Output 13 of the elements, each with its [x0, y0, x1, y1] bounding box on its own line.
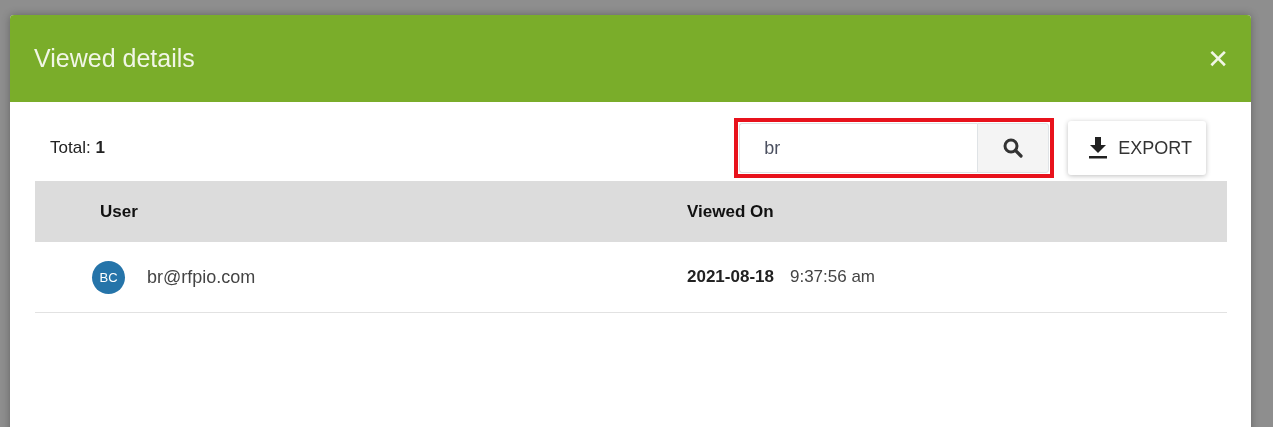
search-icon [1003, 138, 1024, 158]
export-button[interactable]: EXPORT [1068, 121, 1206, 175]
viewed-date: 2021-08-18 [687, 267, 774, 287]
download-icon [1088, 137, 1109, 159]
viewed-time: 9:37:56 am [789, 267, 876, 287]
search-field[interactable]: br [739, 123, 978, 173]
column-header: User [99, 201, 139, 222]
dialog-title: Viewed details [34, 44, 195, 73]
user-email: br@rfpio.com [147, 266, 256, 288]
total-count: Total: 1 [50, 138, 106, 158]
column-header: Viewed On [687, 201, 775, 222]
user-avatar: BC [92, 260, 125, 294]
search-button[interactable] [977, 123, 1050, 173]
